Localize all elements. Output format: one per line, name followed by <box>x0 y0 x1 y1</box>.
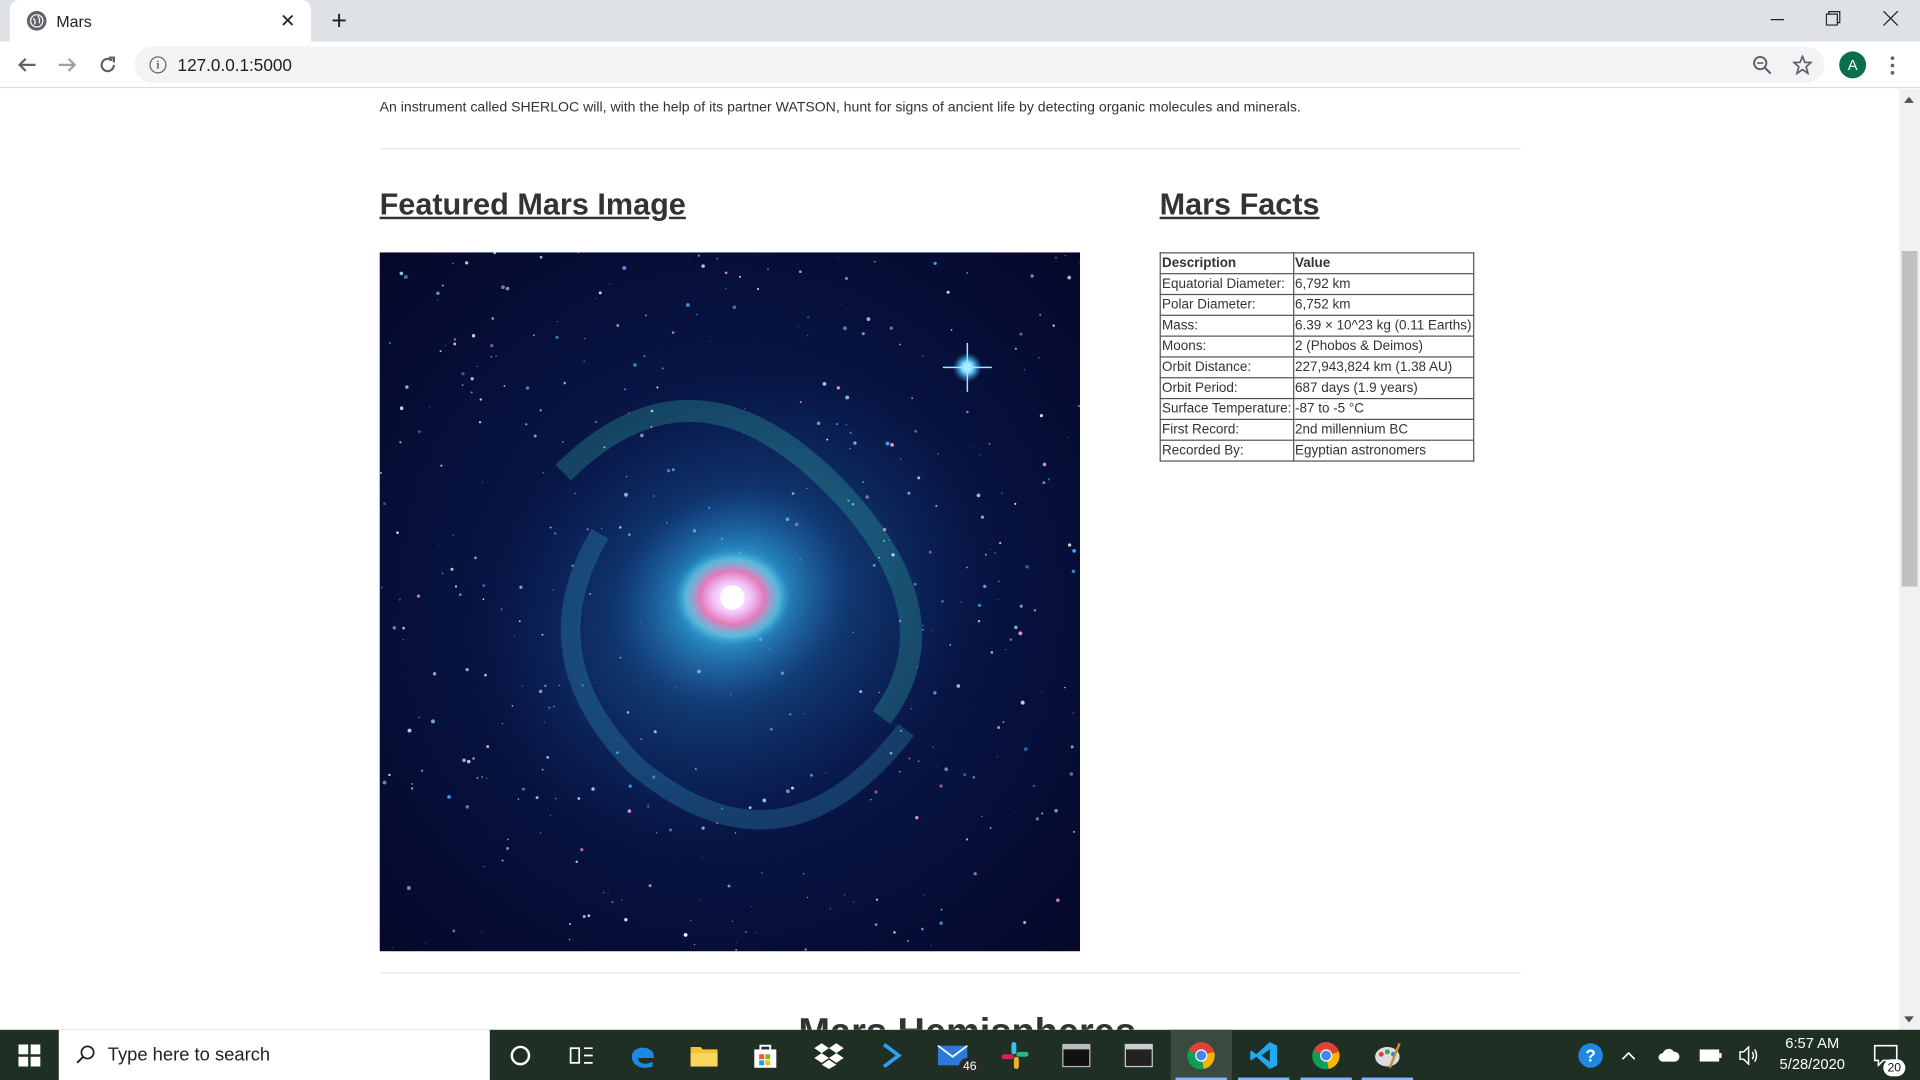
svg-text:?: ? <box>1585 1045 1595 1065</box>
reload-button[interactable] <box>92 49 124 81</box>
notifications-badge: 20 <box>1883 1059 1906 1077</box>
featured-mars-image[interactable] <box>379 252 1081 952</box>
zoom-icon[interactable] <box>1751 54 1773 76</box>
fact-description: Recorded By: <box>1159 439 1294 462</box>
restore-button[interactable] <box>1805 0 1861 37</box>
fact-description: Mass: <box>1159 314 1294 337</box>
fact-value: 6,752 km <box>1292 293 1474 316</box>
divider <box>379 972 1521 974</box>
close-window-button[interactable] <box>1862 0 1918 37</box>
slack-icon[interactable] <box>984 1030 1045 1080</box>
scroll-down-arrow[interactable] <box>1904 1016 1914 1023</box>
divider <box>379 148 1521 150</box>
scroll-thumb[interactable] <box>1901 251 1918 587</box>
page-viewport: An instrument called SHERLOC will, with … <box>0 89 1900 1030</box>
onedrive-cloud-icon[interactable] <box>1653 1030 1685 1080</box>
fact-value: 687 days (1.9 years) <box>1292 377 1474 400</box>
taskbar-clock[interactable]: 6:57 AM 5/28/2020 <box>1763 1033 1861 1075</box>
windows-start-button[interactable] <box>0 1030 59 1080</box>
fact-value: 2nd millennium BC <box>1292 418 1474 441</box>
hemispheres-title: Mars Hemispheres <box>798 1010 1136 1030</box>
featured-image-title: Featured Mars Image <box>379 187 686 222</box>
windows-taskbar: Type here to search 46 ? 6:57 AM 5/28/20… <box>0 1029 1920 1080</box>
table-row: First Record: 2nd millennium BC <box>1159 418 1474 441</box>
taskbar-search-input[interactable]: Type here to search <box>58 1029 490 1080</box>
task-view-icon[interactable] <box>551 1030 612 1080</box>
table-row: Orbit Period: 687 days (1.9 years) <box>1159 377 1474 400</box>
close-tab-icon[interactable]: ✕ <box>277 10 299 32</box>
table-header-row: Description Value <box>1159 252 1474 275</box>
browser-tab[interactable]: Mars ✕ <box>9 0 312 42</box>
fact-description: Orbit Period: <box>1159 377 1294 400</box>
fact-value: -87 to -5 °C <box>1292 397 1474 421</box>
news-paragraph: An instrument called SHERLOC will, with … <box>379 100 1301 116</box>
table-row: Equatorial Diameter: 6,792 km <box>1159 273 1474 296</box>
scroll-up-arrow[interactable] <box>1904 96 1914 103</box>
edge-icon[interactable] <box>612 1030 673 1080</box>
cortana-icon[interactable] <box>490 1030 551 1080</box>
clock-time: 6:57 AM <box>1785 1034 1840 1052</box>
fact-description: Moons: <box>1159 335 1294 358</box>
notifications-icon[interactable]: 20 <box>1861 1030 1910 1080</box>
mars-facts-table: Description Value Equatorial Diameter: 6,… <box>1159 252 1474 462</box>
column-header: Value <box>1292 252 1474 275</box>
chrome-icon-2[interactable] <box>1296 1030 1357 1080</box>
store-icon[interactable] <box>735 1030 796 1080</box>
battery-icon[interactable] <box>1695 1030 1727 1080</box>
vscode-icon[interactable] <box>1233 1030 1294 1080</box>
mail-icon[interactable]: 46 <box>922 1030 983 1080</box>
fact-description: Surface Temperature: <box>1159 397 1294 421</box>
fact-value: 227,943,824 km (1.38 AU) <box>1292 356 1474 379</box>
table-row: Surface Temperature: -87 to -5 °C <box>1159 397 1474 421</box>
menu-kebab-icon[interactable] <box>1881 49 1903 81</box>
forward-button[interactable] <box>51 49 83 81</box>
info-icon[interactable]: i <box>149 56 167 74</box>
tab-title: Mars <box>56 11 92 31</box>
search-icon <box>76 1045 95 1064</box>
fact-description: Polar Diameter: <box>1159 293 1294 316</box>
tab-strip: Mars ✕ + <box>0 0 1920 42</box>
minimize-button[interactable] <box>1749 0 1805 37</box>
fact-value: 6,792 km <box>1292 273 1474 296</box>
dropbox-icon[interactable] <box>798 1030 859 1080</box>
volume-icon[interactable] <box>1734 1030 1766 1080</box>
profile-avatar[interactable]: A <box>1839 51 1867 79</box>
new-tab-button[interactable]: + <box>323 5 355 37</box>
table-row: Polar Diameter: 6,752 km <box>1159 293 1474 316</box>
fact-description: Equatorial Diameter: <box>1159 273 1294 296</box>
table-row: Orbit Distance: 227,943,824 km (1.38 AU) <box>1159 356 1474 379</box>
fact-value: 2 (Phobos & Deimos) <box>1292 335 1474 358</box>
powershell-icon[interactable] <box>861 1030 922 1080</box>
url-text: 127.0.0.1:5000 <box>177 55 292 75</box>
browser-toolbar: i 127.0.0.1:5000 A <box>0 41 1920 89</box>
fact-value: Egyptian astronomers <box>1292 439 1474 462</box>
help-icon[interactable]: ? <box>1572 1030 1609 1080</box>
chevron-up-icon[interactable] <box>1614 1030 1643 1080</box>
bookmark-star-icon[interactable] <box>1791 54 1813 76</box>
page-scrollbar[interactable] <box>1899 89 1920 1030</box>
table-row: Moons: 2 (Phobos & Deimos) <box>1159 335 1474 358</box>
globe-icon <box>26 11 47 31</box>
clock-date: 5/28/2020 <box>1779 1055 1845 1073</box>
table-row: Mass: 6.39 × 10^23 kg (0.11 Earths) <box>1159 314 1474 337</box>
terminal-icon[interactable] <box>1046 1030 1107 1080</box>
fact-description: First Record: <box>1159 418 1294 441</box>
table-row: Recorded By: Egyptian astronomers <box>1159 439 1474 462</box>
fact-value: 6.39 × 10^23 kg (0.11 Earths) <box>1292 314 1474 337</box>
search-placeholder: Type here to search <box>107 1044 271 1066</box>
console-window-icon[interactable] <box>1108 1030 1169 1080</box>
mars-facts-title: Mars Facts <box>1159 187 1320 222</box>
file-explorer-icon[interactable] <box>673 1030 734 1080</box>
address-bar[interactable]: i 127.0.0.1:5000 <box>134 46 1825 84</box>
back-button[interactable] <box>11 49 43 81</box>
mail-unread-badge: 46 <box>958 1057 981 1076</box>
fact-description: Orbit Distance: <box>1159 356 1294 379</box>
chrome-icon[interactable] <box>1170 1029 1232 1080</box>
paint-icon[interactable] <box>1357 1030 1418 1080</box>
column-header: Description <box>1159 252 1294 275</box>
